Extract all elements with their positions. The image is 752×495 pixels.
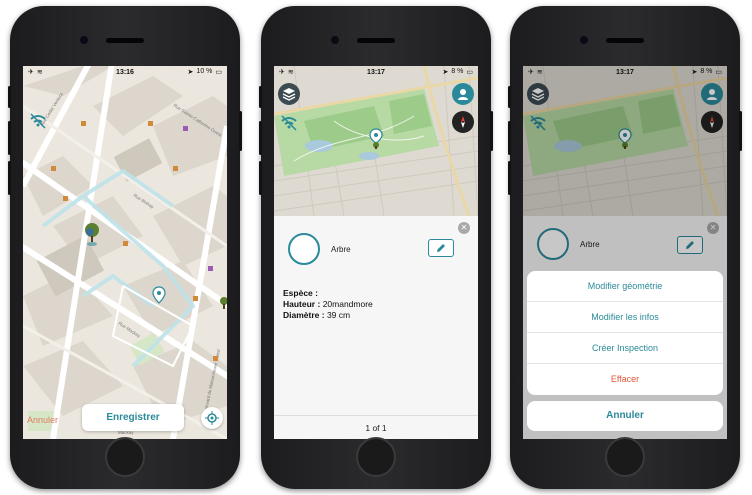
- power-button: [739, 111, 742, 151]
- edit-button[interactable]: [428, 239, 454, 257]
- battery-icon: ▭: [215, 69, 223, 76]
- no-signal-icon: [278, 112, 300, 134]
- action-create-inspection[interactable]: Créer Inspection: [527, 333, 723, 364]
- home-button[interactable]: [605, 437, 645, 477]
- status-right: ➤ 8 % ▭: [408, 68, 473, 76]
- layers-icon[interactable]: [278, 83, 300, 105]
- home-button[interactable]: [105, 437, 145, 477]
- attribute-label: Diamètre :: [283, 310, 325, 320]
- status-bar: ✈ ≋ 13:16 ➤ 10 % ▭: [23, 66, 227, 78]
- location-arrow-icon: ➤: [187, 69, 194, 76]
- action-cancel-button[interactable]: Annuler: [527, 401, 723, 431]
- location-arrow-icon: ➤: [442, 69, 449, 76]
- volume-down-button: [8, 161, 11, 195]
- battery-label: 10 %: [196, 68, 213, 75]
- compass-icon[interactable]: [452, 111, 474, 133]
- attribute-label: Espèce :: [283, 288, 318, 298]
- speaker: [606, 38, 644, 43]
- airplane-icon: ✈: [28, 69, 34, 76]
- status-left: ✈ ≋: [28, 68, 93, 76]
- volume-up-button: [259, 121, 262, 155]
- mute-switch: [508, 86, 511, 108]
- screen-1: Ave Cedar Ventura Rue Bishop Rue Mackay …: [23, 66, 227, 439]
- front-camera: [580, 36, 588, 44]
- status-right: ➤ 10 % ▭: [157, 68, 222, 76]
- cancel-button[interactable]: Annuler: [27, 415, 58, 425]
- attribute-row: Hauteur : 20mandmore: [283, 299, 373, 310]
- phone-3: ✈ ≋ 13:17 ➤ 8 % ▭ ✕ Arbre Modifier géomé…: [508, 6, 742, 489]
- front-camera: [331, 36, 339, 44]
- wifi-icon: ≋: [287, 69, 294, 76]
- phone-1: Ave Cedar Ventura Rue Bishop Rue Mackay …: [8, 6, 242, 489]
- airplane-icon: ✈: [279, 69, 285, 76]
- volume-up-button: [508, 121, 511, 155]
- action-sheet: Modifier géométrie Modifier les infos Cr…: [527, 271, 723, 395]
- status-bar: ✈ ≋ 13:17 ➤ 8 % ▭: [274, 66, 478, 78]
- screen-3: ✈ ≋ 13:17 ➤ 8 % ▭ ✕ Arbre Modifier géomé…: [523, 66, 727, 439]
- battery-icon: ▭: [466, 69, 474, 76]
- speaker: [106, 38, 144, 43]
- home-button[interactable]: [356, 437, 396, 477]
- stage: Ave Cedar Ventura Rue Bishop Rue Mackay …: [0, 0, 752, 495]
- volume-down-button: [259, 161, 262, 195]
- pencil-icon: [437, 244, 445, 252]
- map-pin-icon[interactable]: [369, 128, 383, 150]
- attribute-row: Espèce :: [283, 288, 373, 299]
- speaker: [357, 38, 395, 43]
- mute-switch: [259, 86, 262, 108]
- status-left: ✈ ≋: [279, 68, 344, 76]
- volume-down-button: [508, 161, 511, 195]
- power-button: [239, 111, 242, 151]
- mute-switch: [8, 86, 11, 108]
- save-button[interactable]: Enregistrer: [82, 404, 184, 431]
- no-signal-icon: [27, 110, 49, 132]
- attribute-row: Diamètre : 39 cm: [283, 310, 373, 321]
- volume-up-button: [8, 121, 11, 155]
- power-button: [490, 111, 493, 151]
- locate-icon[interactable]: [201, 407, 223, 429]
- status-time: 13:17: [367, 68, 385, 76]
- pager: 1 of 1: [274, 415, 478, 439]
- attribute-label: Hauteur :: [283, 299, 321, 309]
- feature-panel: ✕ Arbre Espèce : Hauteur : 20mandmore Di…: [274, 216, 478, 439]
- phone-2: ✈ ≋ 13:17 ➤ 8 % ▭ ✕ Arbre Espèce: Haute…: [259, 6, 493, 489]
- edit-toolbar: Annuler Enregistrer: [23, 399, 227, 439]
- tree-icon: [220, 297, 227, 309]
- wifi-icon: ≋: [36, 69, 43, 76]
- action-delete[interactable]: Effacer: [527, 364, 723, 395]
- object-title: Arbre: [331, 245, 351, 254]
- front-camera: [80, 36, 88, 44]
- object-type-icon: [288, 233, 320, 265]
- attribute-list: Espèce : Hauteur : 20mandmore Diamètre :…: [283, 288, 373, 321]
- profile-icon[interactable]: [452, 83, 474, 105]
- battery-label: 8 %: [451, 68, 464, 75]
- status-time: 13:16: [116, 68, 134, 76]
- attribute-value: 20mandmore: [322, 299, 373, 309]
- attribute-value: 39 cm: [326, 310, 351, 320]
- tree-icon[interactable]: [81, 221, 103, 247]
- street-map[interactable]: Ave Cedar Ventura Rue Bishop Rue Mackay …: [23, 66, 227, 439]
- action-edit-geometry[interactable]: Modifier géométrie: [527, 271, 723, 302]
- screen-2: ✈ ≋ 13:17 ➤ 8 % ▭ ✕ Arbre Espèce: Haute…: [274, 66, 478, 439]
- close-icon[interactable]: ✕: [458, 222, 470, 234]
- map-pin-icon[interactable]: [152, 286, 166, 304]
- action-edit-info[interactable]: Modifier les infos: [527, 302, 723, 333]
